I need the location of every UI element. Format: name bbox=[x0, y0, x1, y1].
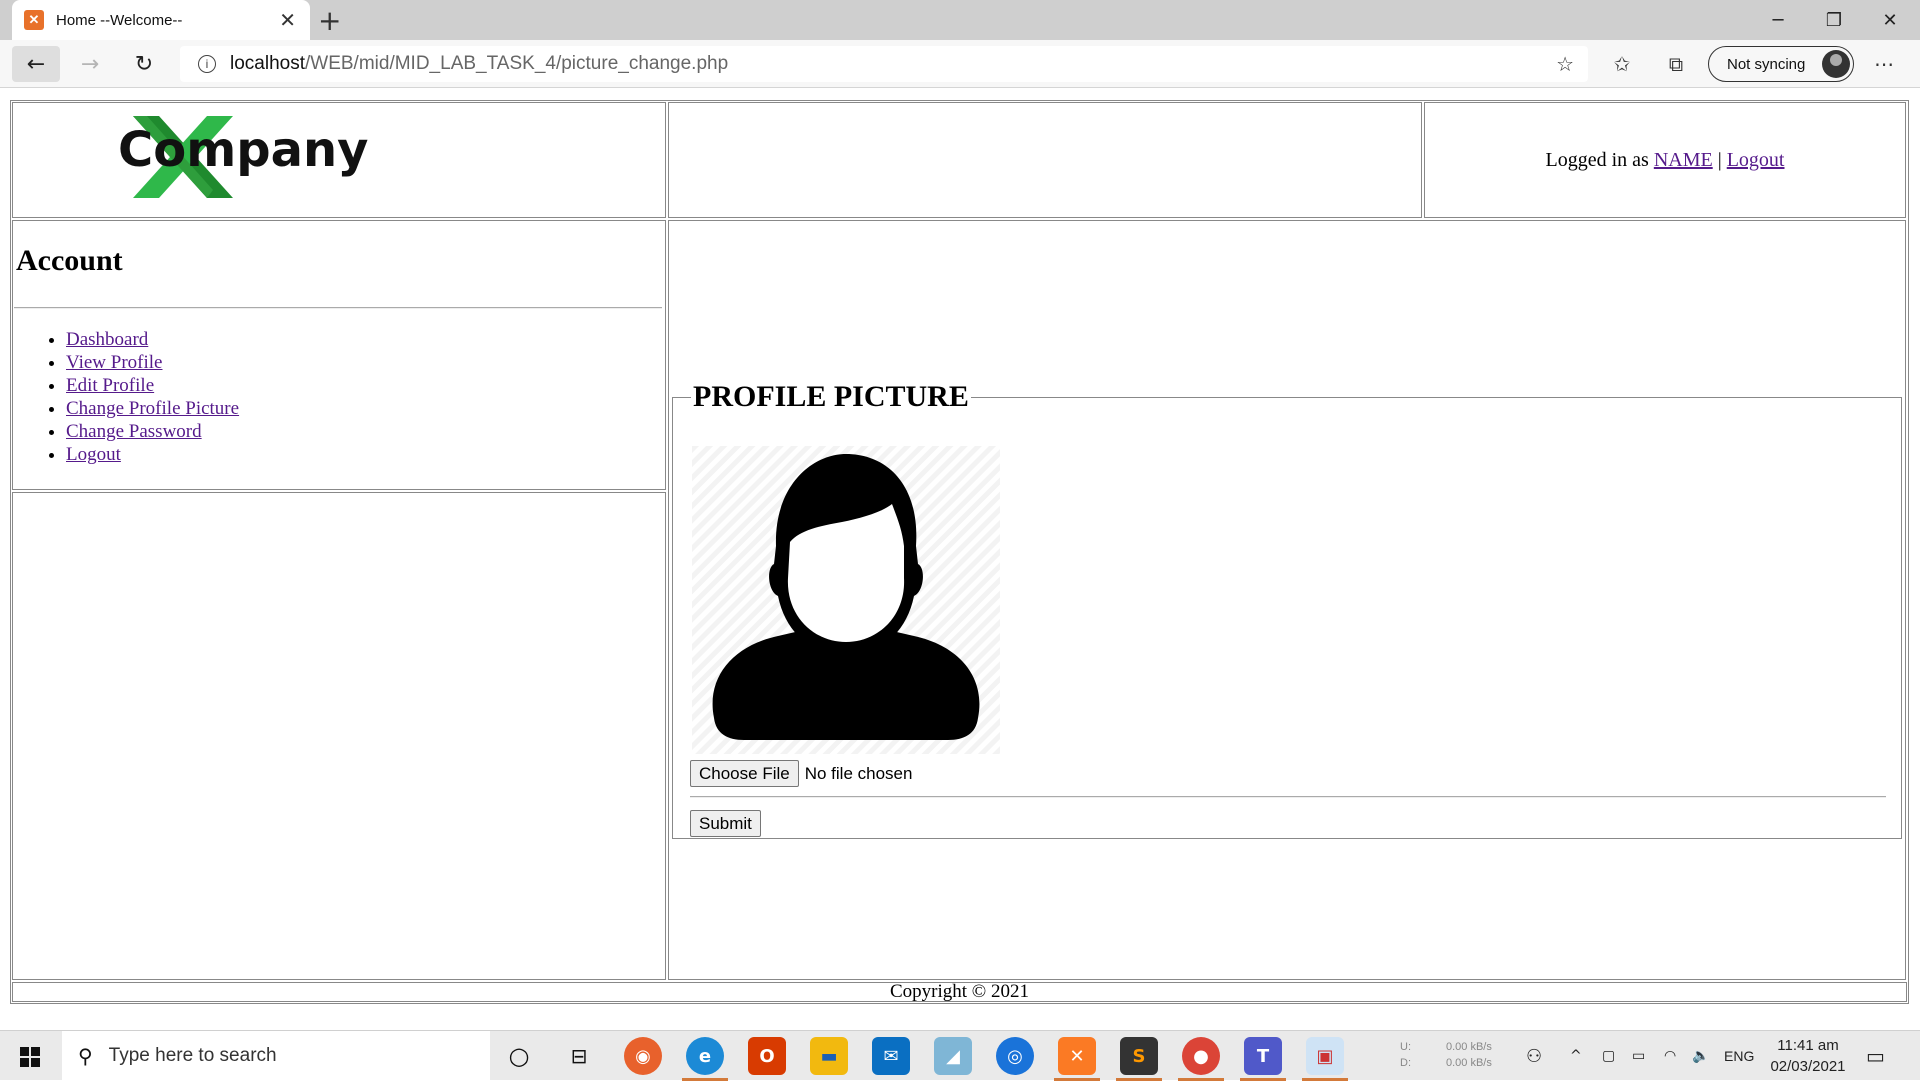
profile-avatar bbox=[1822, 50, 1850, 78]
url-path: /WEB/mid/MID_LAB_TASK_4/picture_change.p… bbox=[305, 53, 729, 74]
chrome-icon[interactable]: ● bbox=[1182, 1037, 1220, 1075]
search-placeholder: Type here to search bbox=[108, 1045, 277, 1066]
separator: | bbox=[1712, 148, 1727, 171]
reload-button[interactable]: ↻ bbox=[126, 46, 162, 82]
close-window-icon[interactable]: ✕ bbox=[1862, 0, 1918, 40]
no-file-text: No file chosen bbox=[804, 763, 913, 783]
firefox-icon[interactable]: ◉ bbox=[624, 1037, 662, 1075]
forward-arrow-icon: → bbox=[80, 51, 100, 77]
office-icon[interactable]: O bbox=[748, 1037, 786, 1075]
clock-time: 11:41 am bbox=[1777, 1037, 1839, 1054]
page-viewport: Company Logged in as NAME | Logout Accou… bbox=[0, 88, 1920, 1030]
menu-item-dashboard: Dashboard bbox=[66, 328, 239, 351]
edit-profile-link[interactable]: Edit Profile bbox=[66, 375, 154, 396]
more-menu-icon[interactable]: ⋯ bbox=[1870, 50, 1898, 78]
company-logo-text: Company bbox=[118, 122, 369, 178]
forward-button[interactable]: → bbox=[72, 46, 108, 82]
user-name-link[interactable]: NAME bbox=[1654, 149, 1713, 172]
menu-item-logout: Logout bbox=[66, 443, 239, 466]
collections-icon[interactable]: ⧉ bbox=[1662, 50, 1690, 78]
new-tab-icon[interactable]: + bbox=[318, 4, 341, 37]
tab-close-icon[interactable]: ✕ bbox=[279, 8, 296, 33]
menu-item-change-picture: Change Profile Picture bbox=[66, 397, 239, 420]
header-logout-link[interactable]: Logout bbox=[1727, 149, 1785, 172]
sidebar-divider bbox=[14, 307, 662, 309]
login-status: Logged in as NAME | Logout bbox=[1424, 102, 1906, 218]
logged-in-prefix: Logged in as bbox=[1545, 148, 1654, 171]
net-down-value: 0.00 kB/s bbox=[1446, 1057, 1492, 1069]
submit-button[interactable]: Submit bbox=[690, 810, 761, 837]
back-button[interactable]: ← bbox=[12, 46, 60, 82]
search-icon: ⚲ bbox=[78, 1044, 93, 1068]
menu-item-edit-profile: Edit Profile bbox=[66, 374, 239, 397]
xampp-favicon-icon: ✕ bbox=[24, 10, 44, 30]
add-favorite-icon[interactable]: ☆ bbox=[1556, 52, 1574, 76]
mail-icon[interactable]: ✉ bbox=[872, 1037, 910, 1075]
favorites-icon[interactable]: ✩ bbox=[1608, 50, 1636, 78]
profile-sync-button[interactable]: Not syncing bbox=[1708, 46, 1854, 82]
task-view-icon[interactable]: ⊟ bbox=[560, 1037, 598, 1075]
profile-picture-legend: PROFILE PICTURE bbox=[693, 380, 969, 413]
notifications-icon[interactable]: ▭ bbox=[1866, 1031, 1885, 1081]
clock[interactable]: 11:41 am 02/03/2021 bbox=[1768, 1035, 1848, 1077]
windows-taskbar: ⚲ Type here to search ○ ⊟ ◉ e O ▬ ✉ ◢ ◎ … bbox=[0, 1030, 1920, 1081]
reload-icon: ↻ bbox=[134, 51, 154, 77]
edge-icon[interactable]: e bbox=[686, 1037, 724, 1075]
sidebar-logout-link[interactable]: Logout bbox=[66, 444, 121, 465]
file-explorer-icon[interactable]: ▬ bbox=[810, 1037, 848, 1075]
taskbar-search[interactable]: ⚲ Type here to search bbox=[62, 1031, 490, 1081]
network-speed: U: 0.00 kB/s D: 0.00 kB/s bbox=[1400, 1039, 1492, 1071]
show-hidden-icons-icon[interactable]: ^ bbox=[1570, 1031, 1582, 1081]
copyright-text: Copyright © 2021 bbox=[890, 981, 1029, 1002]
submit-row: Submit bbox=[690, 810, 761, 837]
volume-icon[interactable]: 🔈 bbox=[1692, 1031, 1709, 1081]
account-menu: Dashboard View Profile Edit Profile Chan… bbox=[18, 328, 239, 466]
snipping-tool-icon[interactable]: ▣ bbox=[1306, 1037, 1344, 1075]
form-divider bbox=[690, 796, 1886, 798]
minimize-icon[interactable]: ─ bbox=[1750, 0, 1806, 40]
user-avatar-icon bbox=[692, 446, 1000, 754]
windows-start-icon[interactable] bbox=[10, 1039, 50, 1073]
menu-item-view-profile: View Profile bbox=[66, 351, 239, 374]
restore-icon[interactable]: ❐ bbox=[1806, 0, 1862, 40]
browser-tab[interactable]: ✕ Home --Welcome-- ✕ bbox=[12, 0, 310, 40]
net-up-value: 0.00 kB/s bbox=[1446, 1041, 1492, 1053]
file-input-row: Choose File No file chosen bbox=[690, 760, 912, 787]
account-heading: Account bbox=[16, 244, 123, 277]
firefox-dev-icon[interactable]: ◎ bbox=[996, 1037, 1034, 1075]
teams-icon[interactable]: T bbox=[1244, 1037, 1282, 1075]
site-info-icon[interactable]: i bbox=[198, 55, 216, 73]
people-icon[interactable]: ⚇ bbox=[1526, 1031, 1542, 1081]
browser-toolbar: ← → ↻ i localhost/WEB/mid/MID_LAB_TASK_4… bbox=[0, 40, 1920, 88]
view-profile-link[interactable]: View Profile bbox=[66, 352, 162, 373]
app-icon[interactable]: ◢ bbox=[934, 1037, 972, 1075]
sync-label: Not syncing bbox=[1727, 55, 1806, 73]
menu-item-change-password: Change Password bbox=[66, 420, 239, 443]
xampp-icon[interactable]: ✕ bbox=[1058, 1037, 1096, 1075]
wifi-icon[interactable]: ◠ bbox=[1664, 1031, 1676, 1081]
sublime-text-icon[interactable]: S bbox=[1120, 1037, 1158, 1075]
address-bar[interactable]: i localhost/WEB/mid/MID_LAB_TASK_4/pictu… bbox=[180, 46, 1588, 82]
device-icon[interactable]: ▢ bbox=[1602, 1031, 1615, 1081]
header-middle-cell bbox=[668, 102, 1422, 218]
tab-strip: ✕ Home --Welcome-- ✕ + ─ ❐ ✕ bbox=[0, 0, 1920, 40]
net-down-label: D: bbox=[1400, 1057, 1411, 1069]
language-indicator[interactable]: ENG bbox=[1724, 1031, 1754, 1081]
dashboard-link[interactable]: Dashboard bbox=[66, 329, 148, 350]
battery-icon[interactable]: ▭ bbox=[1632, 1031, 1645, 1081]
back-arrow-icon: ← bbox=[26, 51, 46, 77]
footer-cell: Copyright © 2021 bbox=[12, 981, 1907, 1002]
choose-file-button[interactable]: Choose File bbox=[690, 760, 799, 787]
net-up-label: U: bbox=[1400, 1041, 1411, 1053]
sidebar-empty-cell bbox=[12, 492, 666, 980]
clock-date: 02/03/2021 bbox=[1770, 1058, 1846, 1075]
cortana-icon[interactable]: ○ bbox=[500, 1037, 538, 1075]
url-host: localhost bbox=[230, 53, 305, 74]
change-password-link[interactable]: Change Password bbox=[66, 421, 202, 442]
tab-title: Home --Welcome-- bbox=[56, 11, 183, 29]
change-profile-picture-link[interactable]: Change Profile Picture bbox=[66, 398, 239, 419]
